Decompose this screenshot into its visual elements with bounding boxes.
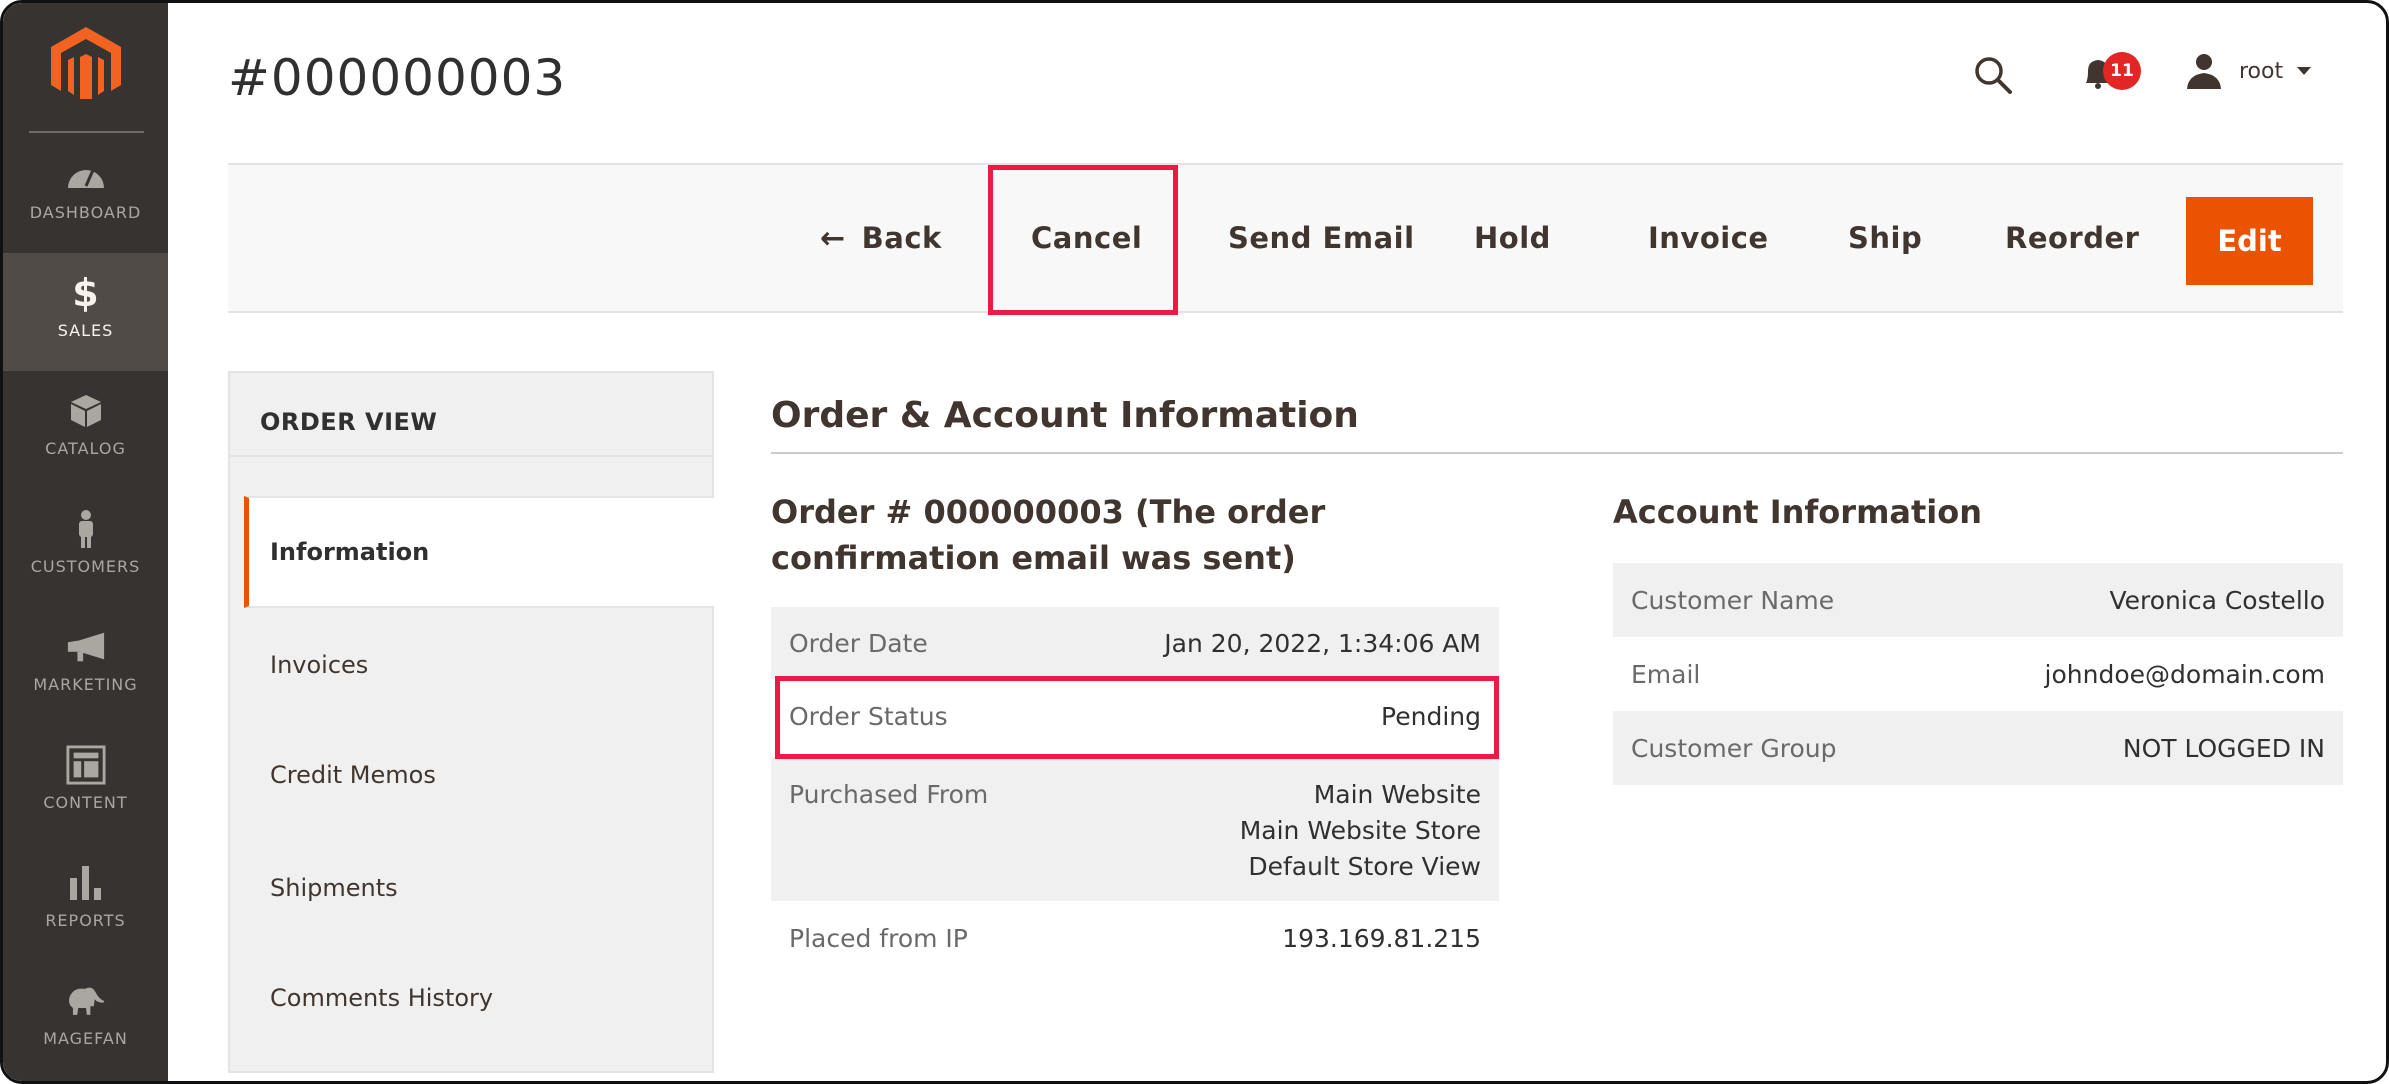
username: root — [2239, 58, 2284, 84]
purchased-from-label: Purchased From — [789, 780, 989, 809]
nav-item-reports[interactable]: REPORTS — [3, 843, 168, 961]
divider — [230, 455, 712, 457]
user-menu[interactable]: root — [2185, 53, 2312, 89]
order-view-tabs: ORDER VIEW Information Invoices Credit M… — [228, 371, 714, 1073]
placed-from-ip-value: 193.169.81.215 — [1282, 923, 1481, 953]
invoice-button[interactable]: Invoice — [1648, 165, 1769, 311]
chevron-down-icon — [2297, 67, 2312, 75]
tab-credit-memos[interactable]: Credit Memos — [244, 735, 714, 815]
back-button[interactable]: ← Back — [820, 165, 942, 311]
admin-sidebar: DASHBOARD $ SALES CATALOG CUSTOMERS MARK… — [3, 3, 168, 1081]
nav-item-catalog[interactable]: CATALOG — [3, 371, 168, 489]
nav-item-magefan[interactable]: MAGEFAN — [3, 961, 168, 1079]
purchased-from-row: Purchased From Main Website Main Website… — [771, 757, 1499, 901]
nav-item-content[interactable]: CONTENT — [3, 725, 168, 843]
nav-item-marketing[interactable]: MARKETING — [3, 607, 168, 725]
website: Main Website — [1313, 780, 1481, 809]
customer-group-label: Customer Group — [1631, 733, 1837, 763]
edit-button[interactable]: Edit — [2186, 197, 2313, 285]
section-title: Order & Account Information — [771, 395, 1359, 436]
order-date-label: Order Date — [789, 628, 928, 658]
elephant-icon — [66, 983, 106, 1019]
store: Main Website Store — [1239, 816, 1481, 845]
nav-label: CUSTOMERS — [30, 557, 141, 576]
arrow-left-icon: ← — [820, 220, 846, 256]
user-icon — [2187, 54, 2221, 89]
tab-shipments[interactable]: Shipments — [244, 848, 714, 928]
bar-chart-icon — [66, 865, 106, 901]
nav-item-sales[interactable]: $ SALES — [3, 253, 168, 371]
nav-label: CONTENT — [43, 793, 128, 812]
customer-group-value: NOT LOGGED IN — [2122, 733, 2325, 763]
tab-information[interactable]: Information — [244, 496, 714, 608]
purchased-from-value: Main Website Main Website Store Default … — [1240, 777, 1481, 901]
nav-label: MAGEFAN — [43, 1029, 128, 1048]
box-icon — [66, 393, 106, 429]
send-email-button[interactable]: Send Email — [1228, 165, 1415, 311]
order-date-value: Jan 20, 2022, 1:34:06 AM — [1164, 628, 1481, 658]
order-view-title: ORDER VIEW — [260, 408, 438, 436]
cancel-button[interactable]: Cancel — [1031, 165, 1142, 311]
tab-comments-history[interactable]: Comments History — [244, 958, 714, 1038]
email-link[interactable]: johndoe@domain.com — [2045, 660, 2325, 689]
person-icon — [66, 510, 106, 548]
ship-button[interactable]: Ship — [1848, 165, 1922, 311]
customer-name-row: Customer Name Veronica Costello — [1613, 563, 2343, 637]
email-label: Email — [1631, 659, 1701, 689]
megaphone-icon — [66, 629, 106, 665]
account-info-title: Account Information — [1613, 493, 1983, 531]
layout-icon — [65, 745, 106, 785]
order-title: Order # 000000003 (The order confirmatio… — [771, 493, 1326, 577]
customer-name-label: Customer Name — [1631, 585, 1835, 615]
dashboard-gauge-icon — [66, 157, 106, 193]
app-window: DASHBOARD $ SALES CATALOG CUSTOMERS MARK… — [0, 0, 2389, 1084]
page-actions-toolbar: ← Back Cancel Send Email Hold Invoice Sh… — [228, 163, 2343, 313]
page-title: #000000003 — [228, 49, 567, 107]
nav-label: DASHBOARD — [29, 203, 142, 222]
reorder-button[interactable]: Reorder — [2005, 165, 2139, 311]
order-status-label: Order Status — [789, 701, 948, 731]
nav-divider — [29, 131, 144, 133]
customer-name-value[interactable]: Veronica Costello — [2109, 586, 2325, 615]
nav-label: MARKETING — [33, 675, 138, 694]
dollar-icon: $ — [72, 271, 99, 315]
nav-item-customers[interactable]: CUSTOMERS — [3, 489, 168, 607]
hold-button[interactable]: Hold — [1474, 165, 1551, 311]
placed-from-ip-label: Placed from IP — [789, 923, 968, 953]
email-row: Email johndoe@domain.com — [1613, 637, 2343, 711]
nav-label: CATALOG — [45, 439, 126, 458]
tab-invoices[interactable]: Invoices — [244, 625, 714, 705]
notifications-badge[interactable]: 11 — [2103, 52, 2141, 90]
customer-group-row: Customer Group NOT LOGGED IN — [1613, 711, 2343, 785]
order-status-row: Order Status Pending — [771, 679, 1499, 753]
nav-label: SALES — [57, 321, 114, 340]
order-status-value: Pending — [1381, 701, 1481, 731]
order-date-row: Order Date Jan 20, 2022, 1:34:06 AM — [771, 607, 1499, 679]
magento-logo-icon[interactable] — [51, 27, 121, 99]
back-button-label: Back — [861, 221, 942, 255]
search-icon[interactable] — [1973, 55, 2013, 95]
store-view: Default Store View — [1248, 852, 1481, 881]
nav-label: REPORTS — [45, 911, 126, 930]
nav-item-dashboard[interactable]: DASHBOARD — [3, 135, 168, 253]
section-divider — [771, 452, 2343, 454]
placed-from-ip-row: Placed from IP 193.169.81.215 — [771, 901, 1499, 975]
